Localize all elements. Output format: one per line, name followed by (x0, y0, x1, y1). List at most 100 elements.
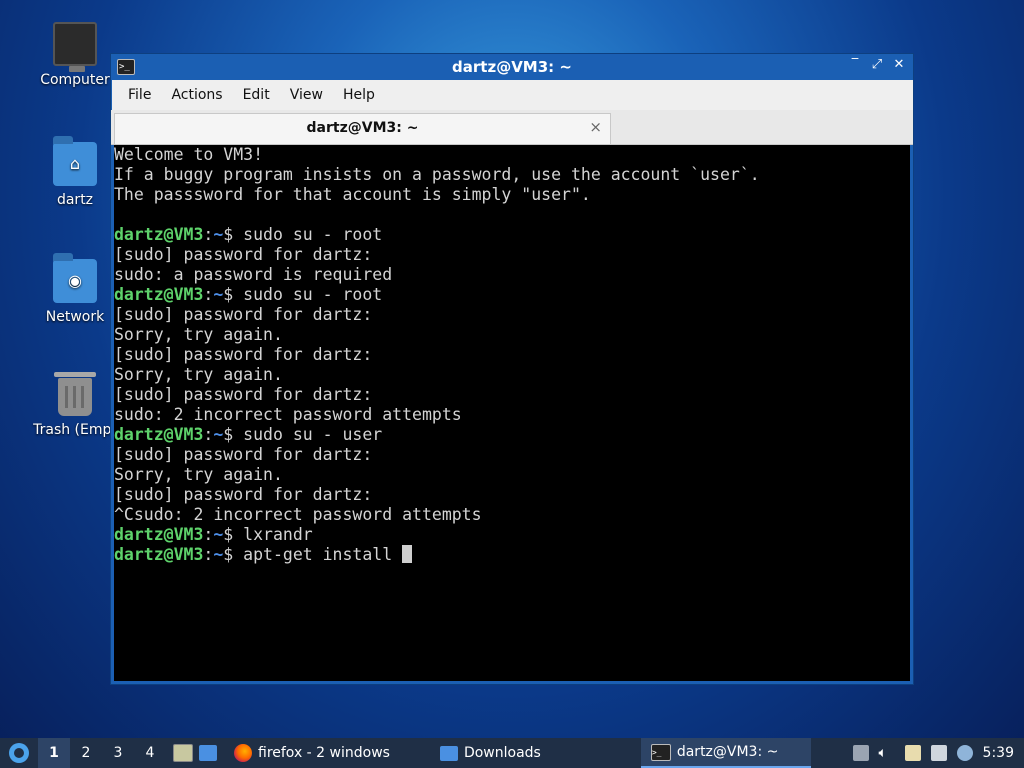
desktop-icon-trash[interactable]: Trash (Empt (30, 372, 120, 438)
start-menu-button[interactable] (0, 738, 38, 768)
show-desktop-icon[interactable] (199, 745, 217, 761)
file-manager-icon[interactable] (173, 744, 193, 762)
prompt-path: ~ (213, 545, 224, 564)
terminal-line: Welcome to VM3! (114, 145, 264, 164)
terminal-line: dartz@VM3:~$ sudo su - root (114, 225, 910, 245)
command-text: sudo su - root (243, 225, 383, 244)
command-text: apt-get install (243, 545, 403, 564)
maximize-button[interactable]: ⤢ (869, 57, 885, 72)
folder-icon (439, 745, 458, 761)
prompt-symbol: $ (223, 545, 244, 564)
terminal-line: [sudo] password for dartz: (114, 485, 373, 504)
terminal-icon: >_ (650, 743, 671, 761)
update-icon[interactable] (956, 745, 973, 761)
home-folder-icon: ⌂ (53, 136, 97, 186)
network-folder-icon: ◉ (53, 253, 97, 303)
task-firefox[interactable]: firefox - 2 windows (224, 738, 400, 768)
prompt-sep: : (203, 285, 214, 304)
clock: 5:39 (982, 745, 1014, 761)
menu-file[interactable]: File (118, 87, 161, 103)
menu-help[interactable]: Help (333, 87, 385, 103)
desktop-switch-4[interactable]: 4 (134, 738, 166, 768)
task-downloads[interactable]: Downloads (430, 738, 551, 768)
network-icon[interactable] (930, 745, 947, 761)
terminal-line: [sudo] password for dartz: (114, 305, 373, 324)
desktop-icon-label: Network (45, 309, 105, 325)
desktop-icon-computer[interactable]: Computer (30, 22, 120, 88)
monitor-icon (53, 22, 97, 72)
command-text: lxrandr (243, 525, 313, 544)
prompt-symbol: $ (223, 525, 244, 544)
prompt-user: dartz@VM3 (114, 525, 204, 544)
menu-actions[interactable]: Actions (161, 87, 232, 103)
terminal-line: If a buggy program insists on a password… (114, 165, 760, 184)
terminal-line: Sorry, try again. (114, 465, 283, 484)
terminal-line: [sudo] password for dartz: (114, 245, 373, 264)
window-title: dartz@VM3: ~ (452, 58, 572, 76)
minimize-button[interactable]: ‾ (847, 57, 863, 72)
prompt-symbol: $ (223, 225, 244, 244)
desktop-icon-network[interactable]: ◉ Network (30, 253, 120, 325)
terminal-line: dartz@VM3:~$ lxrandr (114, 525, 910, 545)
text-cursor (402, 545, 413, 563)
desktop-icon-label: Computer (40, 72, 110, 88)
prompt-user: dartz@VM3 (114, 285, 204, 304)
clipboard-icon[interactable] (904, 745, 921, 761)
prompt-path: ~ (213, 285, 224, 304)
terminal-line: dartz@VM3:~$ sudo su - user (114, 425, 910, 445)
terminal-line: Sorry, try again. (114, 325, 283, 344)
desktop-icon-label: dartz (56, 192, 94, 208)
prompt-sep: : (203, 425, 214, 444)
task-label: dartz@VM3: ~ (676, 744, 779, 760)
tab-title: dartz@VM3: ~ (306, 120, 419, 136)
prompt-sep: : (203, 525, 214, 544)
tab-close-icon[interactable]: × (589, 118, 602, 136)
task-terminal[interactable]: >_ dartz@VM3: ~ (640, 738, 811, 768)
prompt-sep: : (203, 545, 214, 564)
prompt-user: dartz@VM3 (114, 425, 204, 444)
terminal-window[interactable]: >_ dartz@VM3: ~ ‾ ⤢ ✕ File Actions Edit … (111, 54, 913, 684)
terminal-line: sudo: 2 incorrect password attempts (114, 405, 462, 424)
prompt-user: dartz@VM3 (114, 225, 204, 244)
system-tray: 🔈︎ 5:39 (852, 745, 1024, 761)
window-titlebar[interactable]: >_ dartz@VM3: ~ ‾ ⤢ ✕ (111, 54, 913, 80)
tab-terminal[interactable]: dartz@VM3: ~ × (114, 113, 611, 144)
quicklaunch (166, 738, 224, 768)
terminal-line: sudo: a password is required (114, 265, 393, 284)
prompt-user: dartz@VM3 (114, 545, 204, 564)
desktop-switch-3[interactable]: 3 (102, 738, 134, 768)
menu-bar: File Actions Edit View Help (111, 80, 913, 110)
terminal-line: [sudo] password for dartz: (114, 345, 373, 364)
prompt-sep: : (203, 225, 214, 244)
trash-icon (54, 372, 96, 416)
task-label: firefox - 2 windows (258, 745, 390, 761)
eject-icon[interactable] (852, 745, 869, 761)
menu-view[interactable]: View (280, 87, 333, 103)
close-button[interactable]: ✕ (891, 57, 907, 72)
terminal-line: Sorry, try again. (114, 365, 283, 384)
command-text: sudo su - user (243, 425, 383, 444)
terminal-line: [sudo] password for dartz: (114, 385, 373, 404)
prompt-path: ~ (213, 425, 224, 444)
lubuntu-logo-icon (9, 743, 29, 763)
prompt-path: ~ (213, 525, 224, 544)
prompt-symbol: $ (223, 285, 244, 304)
terminal-line: dartz@VM3:~$ apt-get install (114, 545, 910, 565)
menu-edit[interactable]: Edit (233, 87, 280, 103)
desktop-switch-1[interactable]: 1 (38, 738, 70, 768)
volume-icon[interactable]: 🔈︎ (879, 745, 895, 761)
taskbar: 1 2 3 4 firefox - 2 windows Downloads >_… (0, 738, 1024, 768)
terminal-line: The passsword for that account is simply… (114, 185, 591, 204)
prompt-symbol: $ (223, 425, 244, 444)
task-label: Downloads (463, 745, 541, 761)
terminal-output[interactable]: Welcome to VM3! If a buggy program insist… (114, 145, 910, 681)
desktop-icon-home[interactable]: ⌂ dartz (30, 136, 120, 208)
desktop-switch-2[interactable]: 2 (70, 738, 102, 768)
prompt-path: ~ (213, 225, 224, 244)
desktop-icon-label: Trash (Empt (33, 422, 117, 438)
command-text: sudo su - root (243, 285, 383, 304)
tab-strip: dartz@VM3: ~ × (111, 110, 913, 145)
terminal-line: ^Csudo: 2 incorrect password attempts (114, 505, 482, 524)
firefox-icon (234, 744, 252, 762)
